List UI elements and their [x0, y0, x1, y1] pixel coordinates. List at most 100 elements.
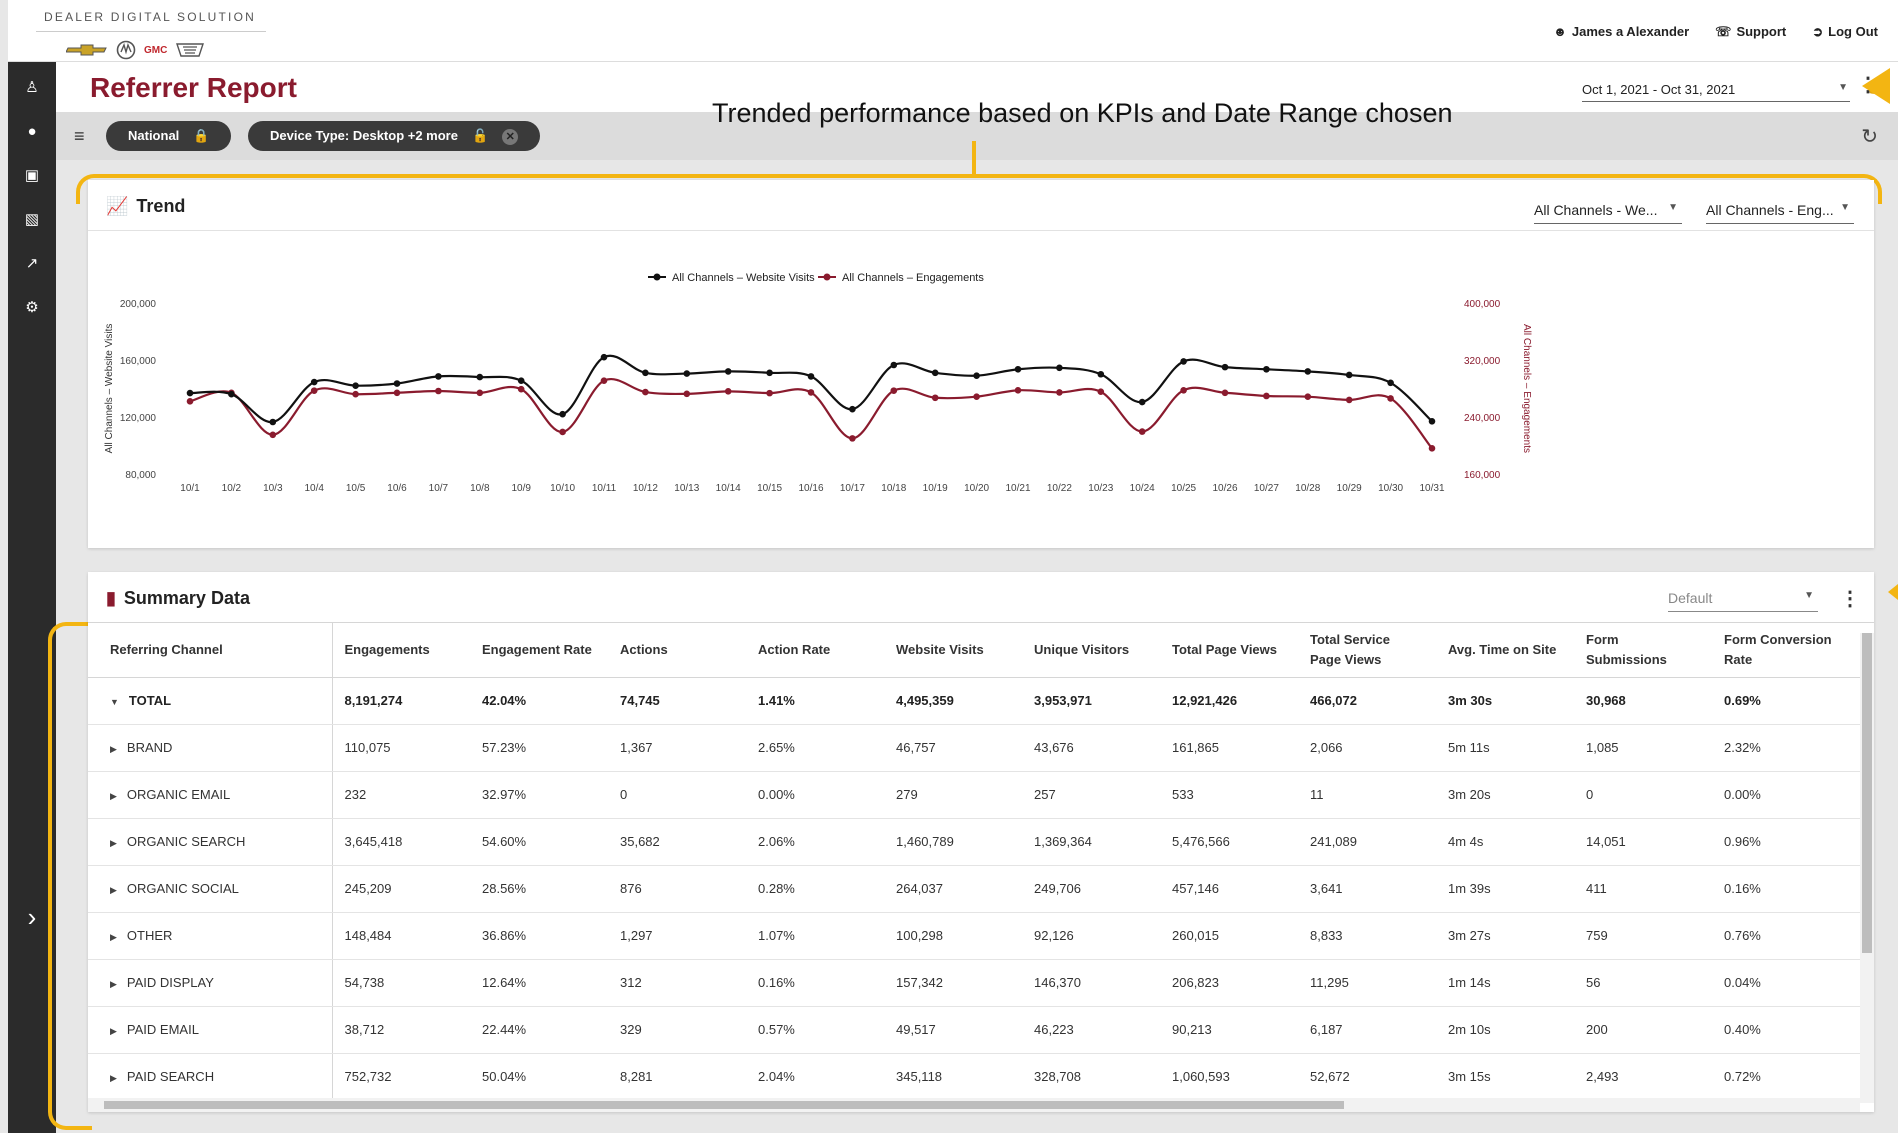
logout-link[interactable]: ➲ Log Out [1812, 24, 1878, 40]
row-label-text: ORGANIC SEARCH [126, 834, 246, 849]
row-label: ▼ TOTAL [88, 677, 333, 725]
table-row[interactable]: ▶ PAID DISPLAY 54,738 12.64% 312 0.16% 157,342… [88, 959, 1860, 1007]
table-row[interactable]: ▼ TOTAL 8,191,274 42.04% 74,745 1.41% 4,495,35… [88, 677, 1860, 725]
column-header[interactable]: Referring Channel [88, 623, 333, 678]
expand-icon[interactable]: ▶ [110, 1026, 117, 1037]
expand-icon[interactable]: ▶ [110, 838, 117, 849]
column-header[interactable]: Actions [608, 623, 746, 678]
column-header[interactable]: Avg. Time on Site [1436, 623, 1574, 678]
expand-icon[interactable]: ▶ [110, 1073, 117, 1084]
table-cell: 42.04% [470, 677, 608, 725]
trend-chart: All Channels – Website Visits All Channel… [104, 272, 1532, 494]
national-filter-pill[interactable]: National 🔒 [106, 121, 232, 151]
caret-down-icon: ▼ [1838, 82, 1848, 93]
close-icon[interactable]: ✕ [502, 129, 519, 145]
website-visits-point [1180, 358, 1187, 365]
table-row[interactable]: ▶ PAID EMAIL 38,712 22.44% 329 0.57% 49,517 46,… [88, 1006, 1860, 1054]
column-header[interactable]: Total Page Views [1160, 623, 1298, 678]
engagements-point [766, 389, 773, 397]
table-cell: 264,037 [884, 865, 1022, 913]
expand-icon[interactable]: ▶ [110, 885, 117, 896]
y-left-tick-label: 160,000 [120, 356, 157, 367]
trend-header: 📈 Trend [106, 196, 185, 217]
engagements-point [310, 387, 318, 394]
table-cell: 2m 10s [1436, 1006, 1574, 1054]
horizontal-scrollbar[interactable] [88, 1098, 1860, 1112]
kebab-menu-icon[interactable]: ⋮ [1840, 586, 1860, 611]
group-icon[interactable]: ♙ [20, 76, 44, 100]
date-range-select[interactable]: Oct 1, 2021 - Oct 31, 2021 ▼ [1582, 78, 1850, 102]
caret-down-icon: ▼ [1804, 590, 1814, 601]
summary-table: Referring Channel Engagements Engagement R… [88, 623, 1860, 1101]
x-tick-label: 10/7 [429, 483, 449, 494]
website-visits-point [973, 372, 980, 379]
summary-card: ▮ Summary Data Default ▼ ⋮ Referring Chann… [88, 572, 1874, 1112]
expand-icon[interactable]: ▶ [110, 791, 117, 802]
collapse-icon[interactable]: ▼ [110, 697, 119, 707]
row-label-text: ORGANIC EMAIL [126, 787, 231, 802]
column-header[interactable]: Form Conversion Rate [1712, 623, 1860, 678]
column-header[interactable]: Action Rate [746, 623, 884, 678]
device-type-filter-pill[interactable]: Device Type: Desktop +2 more 🔓 ✕ [248, 121, 541, 151]
table-cell: 257 [1022, 771, 1160, 819]
table-cell: 12,921,426 [1160, 677, 1298, 725]
kpi-select-right[interactable]: All Channels - Eng... ▼ [1706, 200, 1854, 224]
user-menu[interactable]: ☻ James a Alexander [1553, 24, 1689, 40]
user-icon: ☻ [1553, 24, 1567, 39]
table-row[interactable]: ▶ PAID SEARCH 752,732 50.04% 8,281 2.04% 345,1… [88, 1053, 1860, 1101]
table-cell: 11,295 [1298, 959, 1436, 1007]
engagements-point [1428, 445, 1436, 452]
filter-icon[interactable]: ≡ [74, 126, 85, 147]
brand-title: DEALER DIGITAL SOLUTION [44, 10, 256, 24]
table-cell: 30,968 [1574, 677, 1712, 725]
column-header[interactable]: Unique Visitors [1022, 623, 1160, 678]
website-visits-point [228, 390, 235, 398]
view-select[interactable]: Default ▼ [1668, 588, 1818, 612]
table-cell: 1m 39s [1436, 865, 1574, 913]
kpi-select-left[interactable]: All Channels - We... ▼ [1534, 200, 1682, 224]
column-header[interactable]: Total Service Page Views [1298, 623, 1436, 678]
monitor-icon[interactable]: ▣ [20, 164, 44, 188]
support-link[interactable]: ☏ Support [1715, 24, 1786, 40]
x-tick-label: 10/28 [1295, 483, 1320, 494]
x-tick-label: 10/21 [1005, 483, 1030, 494]
table-cell: 4,495,359 [884, 677, 1022, 725]
gear-icon[interactable]: ⚙ [20, 296, 44, 320]
globe-icon[interactable]: ● [20, 120, 44, 144]
website-visits-point [1097, 370, 1105, 378]
external-link-icon[interactable]: ↗ [20, 252, 44, 276]
engagements-point [973, 393, 980, 400]
table-row[interactable]: ▶ ORGANIC EMAIL 232 32.97% 0 0.00% 279 257 533 11… [88, 771, 1860, 819]
expand-icon[interactable]: ▶ [110, 979, 117, 990]
table-row[interactable]: ▶ ORGANIC SEARCH 3,645,418 54.60% 35,682 2.06… [88, 818, 1860, 866]
expand-icon[interactable]: ▶ [110, 932, 117, 943]
table-cell: 100,298 [884, 912, 1022, 960]
column-header[interactable]: Engagement Rate [470, 623, 608, 678]
column-header[interactable]: Form Submissions [1574, 623, 1712, 678]
expand-icon[interactable]: ▶ [110, 744, 117, 755]
table-cell: 90,213 [1160, 1006, 1298, 1054]
table-cell: 0.16% [746, 959, 884, 1007]
column-header[interactable]: Website Visits [884, 623, 1022, 678]
website-visits-point [1345, 371, 1353, 379]
vertical-scrollbar[interactable] [1860, 633, 1874, 1103]
website-visits-point [1263, 365, 1270, 373]
table-cell: 6,187 [1298, 1006, 1436, 1054]
table-cell: 232 [332, 771, 470, 819]
table-row[interactable]: ▶ BRAND 110,075 57.23% 1,367 2.65% 46,757 43,67… [88, 724, 1860, 772]
vertical-scroll-thumb[interactable] [1862, 633, 1872, 953]
x-tick-label: 10/12 [633, 483, 658, 494]
column-header[interactable]: Engagements [332, 623, 470, 678]
table-cell: 92,126 [1022, 912, 1160, 960]
document-icon[interactable]: ▧ [20, 208, 44, 232]
table-row[interactable]: ▶ OTHER 148,484 36.86% 1,297 1.07% 100,298 92,1… [88, 912, 1860, 960]
table-row[interactable]: ▶ ORGANIC SOCIAL 245,209 28.56% 876 0.28% 264,… [88, 865, 1860, 913]
chevron-right-icon[interactable]: › [16, 900, 48, 934]
y-right-tick-label: 240,000 [1464, 413, 1501, 424]
horizontal-scroll-thumb[interactable] [104, 1101, 1344, 1109]
row-label-text: PAID SEARCH [126, 1069, 215, 1084]
x-tick-label: 10/9 [511, 483, 531, 494]
table-cell: 3m 30s [1436, 677, 1574, 725]
table-cell: 12.64% [470, 959, 608, 1007]
reset-icon[interactable]: ↻ [1861, 124, 1878, 149]
